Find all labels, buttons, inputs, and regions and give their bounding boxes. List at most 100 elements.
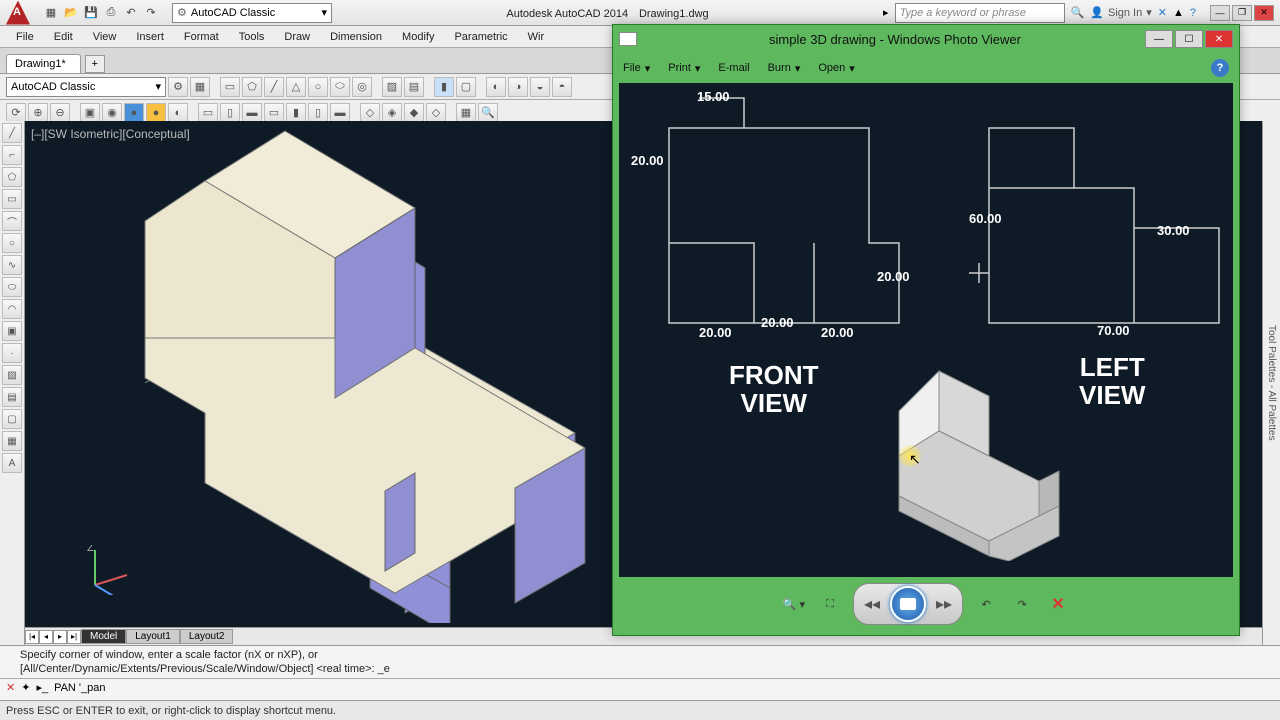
rect-icon[interactable]: ▭ bbox=[220, 77, 240, 97]
pv-menu-open[interactable]: Open▾ bbox=[818, 62, 854, 75]
arc-tool-icon[interactable]: ⌒ bbox=[2, 211, 22, 231]
workspace-dropdown[interactable]: ⚙ AutoCAD Classic ▾ bbox=[172, 3, 332, 23]
menu-tools[interactable]: Tools bbox=[229, 29, 275, 45]
tool-gear-icon[interactable]: ⚙ bbox=[168, 77, 188, 97]
pv-close-icon[interactable]: ✕ bbox=[1205, 30, 1233, 48]
donut-icon[interactable]: ◎ bbox=[352, 77, 372, 97]
menu-parametric[interactable]: Parametric bbox=[444, 29, 517, 45]
tool-f-icon[interactable]: ● bbox=[124, 103, 144, 123]
line-tool-icon[interactable]: ╱ bbox=[2, 123, 22, 143]
new-icon[interactable]: ▦ bbox=[42, 4, 60, 22]
text-tool-icon[interactable]: A bbox=[2, 453, 22, 473]
ellipse-icon[interactable]: ⬭ bbox=[330, 77, 350, 97]
line-icon[interactable]: ╱ bbox=[264, 77, 284, 97]
tool-l-icon[interactable]: ▭ bbox=[264, 103, 284, 123]
circle-tool-icon[interactable]: ○ bbox=[2, 233, 22, 253]
pv-fit-button[interactable]: ⛶ bbox=[817, 591, 843, 617]
command-input[interactable]: PAN '_pan bbox=[54, 682, 105, 694]
tab-nav[interactable]: |◂◂▸▸| bbox=[25, 630, 81, 644]
layer-dropdown[interactable]: AutoCAD Classic▾ bbox=[6, 77, 166, 97]
tab-model[interactable]: Model bbox=[81, 629, 126, 644]
tool-d-icon[interactable]: ▣ bbox=[80, 103, 100, 123]
arrow-icon[interactable]: ▸ bbox=[883, 6, 889, 19]
tool-h-icon[interactable]: ◐ bbox=[168, 103, 188, 123]
tool-u-icon[interactable]: 🔍 bbox=[478, 103, 498, 123]
menu-window[interactable]: Wir bbox=[518, 29, 555, 45]
spline-tool-icon[interactable]: ∿ bbox=[2, 255, 22, 275]
cloud-icon[interactable]: ▲ bbox=[1173, 7, 1184, 19]
search-input[interactable]: Type a keyword or phrase bbox=[895, 3, 1065, 23]
pv-next-button[interactable]: ▸▸ bbox=[936, 594, 952, 614]
tool-q-icon[interactable]: ◈ bbox=[382, 103, 402, 123]
pv-menu-email[interactable]: E-mail bbox=[718, 62, 749, 74]
misc3-icon[interactable]: ◒ bbox=[530, 77, 550, 97]
rect-tool-icon[interactable]: ▭ bbox=[2, 189, 22, 209]
pline-tool-icon[interactable]: ⌐ bbox=[2, 145, 22, 165]
block-tool-icon[interactable]: ▣ bbox=[2, 321, 22, 341]
menu-modify[interactable]: Modify bbox=[392, 29, 444, 45]
menu-view[interactable]: View bbox=[83, 29, 127, 45]
tool-k-icon[interactable]: ▬ bbox=[242, 103, 262, 123]
menu-file[interactable]: File bbox=[6, 29, 44, 45]
minimize-icon[interactable]: — bbox=[1210, 5, 1230, 21]
tool-e-icon[interactable]: ◉ bbox=[102, 103, 122, 123]
tool-p-icon[interactable]: ◇ bbox=[360, 103, 380, 123]
tool-s-icon[interactable]: ◇ bbox=[426, 103, 446, 123]
misc1-icon[interactable]: ◐ bbox=[486, 77, 506, 97]
tool-b-icon[interactable]: ⊕ bbox=[28, 103, 48, 123]
tool-a-icon[interactable]: ⟳ bbox=[6, 103, 26, 123]
redo-icon[interactable]: ↷ bbox=[142, 4, 160, 22]
pv-menu-print[interactable]: Print▾ bbox=[668, 62, 700, 75]
pv-rotate-cw-button[interactable]: ↷ bbox=[1009, 591, 1035, 617]
region-tool-icon[interactable]: ▢ bbox=[2, 409, 22, 429]
tool-t-icon[interactable]: ▦ bbox=[456, 103, 476, 123]
poly-tool-icon[interactable]: ⬠ bbox=[2, 167, 22, 187]
tool-grid-icon[interactable]: ▦ bbox=[190, 77, 210, 97]
misc2-icon[interactable]: ◑ bbox=[508, 77, 528, 97]
close-icon[interactable]: ✕ bbox=[1254, 5, 1274, 21]
tri-icon[interactable]: △ bbox=[286, 77, 306, 97]
close-cmd-icon[interactable]: ✕ bbox=[6, 681, 15, 694]
tool-n-icon[interactable]: ▯ bbox=[308, 103, 328, 123]
pv-menu-burn[interactable]: Burn▾ bbox=[768, 62, 801, 75]
tool-palettes[interactable]: Tool Palettes - All Palettes bbox=[1262, 121, 1280, 645]
tool-m-icon[interactable]: ▮ bbox=[286, 103, 306, 123]
help-icon[interactable]: ? bbox=[1190, 7, 1196, 19]
pv-rotate-ccw-button[interactable]: ↶ bbox=[973, 591, 999, 617]
tool-o-icon[interactable]: ▬ bbox=[330, 103, 350, 123]
tool-j-icon[interactable]: ▯ bbox=[220, 103, 240, 123]
misc4-icon[interactable]: ◓ bbox=[552, 77, 572, 97]
tab-layout2[interactable]: Layout2 bbox=[180, 629, 234, 644]
restore-icon[interactable]: ❐ bbox=[1232, 5, 1252, 21]
menu-dimension[interactable]: Dimension bbox=[320, 29, 392, 45]
app-icon[interactable] bbox=[6, 1, 30, 25]
poly-icon[interactable]: ⬠ bbox=[242, 77, 262, 97]
pv-zoom-button[interactable]: 🔍 ▾ bbox=[781, 591, 807, 617]
menu-draw[interactable]: Draw bbox=[274, 29, 320, 45]
table-tool-icon[interactable]: ▦ bbox=[2, 431, 22, 451]
pv-maximize-icon[interactable]: ☐ bbox=[1175, 30, 1203, 48]
pv-help-icon[interactable]: ? bbox=[1211, 59, 1229, 77]
pv-prev-button[interactable]: ◂◂ bbox=[864, 594, 880, 614]
pv-minimize-icon[interactable]: — bbox=[1145, 30, 1173, 48]
new-tab-button[interactable]: + bbox=[85, 55, 105, 73]
box-icon[interactable]: ▢ bbox=[456, 77, 476, 97]
undo-icon[interactable]: ↶ bbox=[122, 4, 140, 22]
tool-g-icon[interactable]: ● bbox=[146, 103, 166, 123]
menu-edit[interactable]: Edit bbox=[44, 29, 83, 45]
document-tab[interactable]: Drawing1* bbox=[6, 54, 81, 73]
tool-i-icon[interactable]: ▭ bbox=[198, 103, 218, 123]
pv-delete-button[interactable]: ✕ bbox=[1045, 591, 1071, 617]
earc-tool-icon[interactable]: ◠ bbox=[2, 299, 22, 319]
pv-menu-file[interactable]: File▾ bbox=[623, 62, 650, 75]
hatch-icon[interactable]: ▨ bbox=[382, 77, 402, 97]
menu-insert[interactable]: Insert bbox=[126, 29, 174, 45]
search-icon[interactable]: 🔍 bbox=[1071, 6, 1085, 19]
command-window[interactable]: Specify corner of window, enter a scale … bbox=[0, 645, 1280, 700]
region-icon[interactable]: ▮ bbox=[434, 77, 454, 97]
plot-icon[interactable]: ⎙ bbox=[102, 4, 120, 22]
tab-layout1[interactable]: Layout1 bbox=[126, 629, 180, 644]
ellipse-tool-icon[interactable]: ⬭ bbox=[2, 277, 22, 297]
tool-c-icon[interactable]: ⊖ bbox=[50, 103, 70, 123]
save-icon[interactable]: 💾 bbox=[82, 4, 100, 22]
